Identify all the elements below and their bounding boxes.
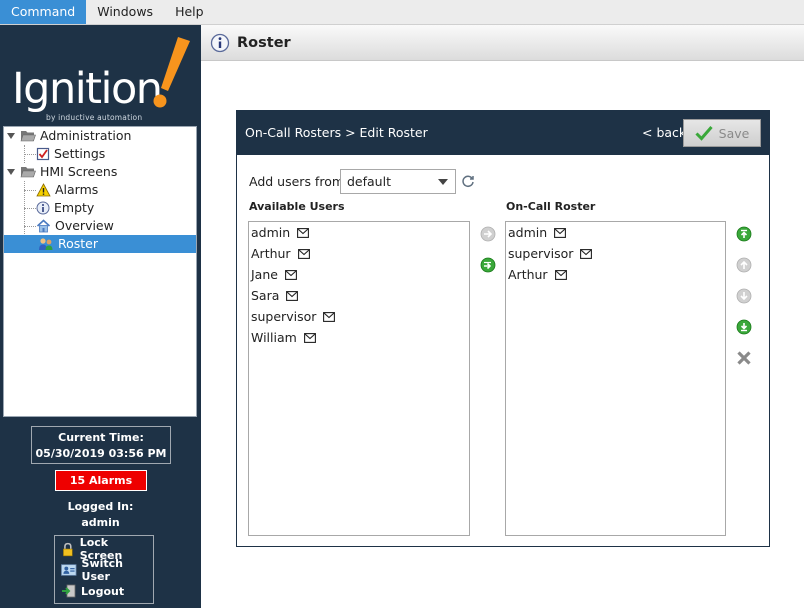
email-icon bbox=[554, 227, 567, 238]
tree-label-empty: Empty bbox=[54, 200, 95, 215]
on-call-roster-title: On-Call Roster bbox=[506, 200, 596, 213]
list-item[interactable]: admin bbox=[508, 222, 567, 243]
list-item[interactable]: admin bbox=[251, 222, 310, 243]
logged-in-user: admin bbox=[81, 516, 120, 529]
save-button-label: Save bbox=[718, 125, 750, 141]
email-icon bbox=[303, 332, 316, 343]
tree-item-empty[interactable]: Empty bbox=[36, 199, 94, 217]
email-icon bbox=[554, 269, 567, 280]
tree-item-alarms[interactable]: Alarms bbox=[36, 181, 98, 199]
menu-windows[interactable]: Windows bbox=[86, 0, 164, 24]
page-header: Roster bbox=[201, 25, 804, 61]
email-icon bbox=[297, 227, 310, 238]
user-source-dropdown[interactable]: default bbox=[340, 169, 456, 194]
refresh-icon[interactable] bbox=[461, 174, 475, 188]
checklist-icon bbox=[36, 147, 50, 161]
tree-label-overview: Overview bbox=[55, 218, 114, 233]
collapse-triangle-icon[interactable] bbox=[6, 131, 16, 141]
list-item[interactable]: Arthur bbox=[508, 264, 567, 285]
move-down-button[interactable] bbox=[736, 288, 752, 304]
sidebar: Ignition by inductive automation Adminis… bbox=[0, 25, 201, 608]
menu-bar: Command Windows Help bbox=[0, 0, 804, 25]
remove-from-roster-button[interactable] bbox=[480, 226, 496, 242]
logo-exclamation-icon bbox=[153, 37, 190, 108]
email-icon bbox=[286, 290, 299, 301]
tree-item-administration[interactable]: Administration bbox=[4, 127, 196, 145]
email-icon bbox=[285, 269, 297, 280]
checkmark-icon bbox=[695, 126, 713, 141]
edit-roster-panel: On-Call Rosters > Edit Roster < back Sav… bbox=[236, 110, 770, 547]
switch-user-label: Switch User bbox=[81, 557, 123, 583]
email-icon bbox=[297, 248, 310, 259]
add-all-to-roster-button[interactable] bbox=[480, 257, 496, 273]
on-call-roster-list[interactable]: admin supervisor Arthur bbox=[505, 221, 726, 536]
move-to-top-button[interactable] bbox=[736, 226, 752, 242]
tree-label-roster: Roster bbox=[58, 236, 99, 251]
info-icon bbox=[210, 33, 230, 52]
tree-item-overview[interactable]: Overview bbox=[36, 217, 114, 235]
warning-icon bbox=[36, 183, 51, 197]
page-title: Roster bbox=[237, 34, 291, 51]
info-icon bbox=[36, 201, 50, 215]
current-time-box: Current Time: 05/30/2019 03:56 PM bbox=[31, 426, 171, 464]
tree-item-roster[interactable]: Roster bbox=[4, 235, 196, 253]
logo-tagline: by inductive automation bbox=[46, 113, 143, 122]
list-item[interactable]: supervisor bbox=[251, 306, 336, 327]
alarm-count-badge[interactable]: 15 Alarms bbox=[55, 470, 147, 491]
switch-user-icon bbox=[61, 564, 77, 576]
list-item[interactable]: Arthur bbox=[251, 243, 310, 264]
menu-help[interactable]: Help bbox=[164, 0, 215, 24]
home-icon bbox=[36, 219, 51, 233]
delete-icon[interactable] bbox=[736, 350, 752, 366]
users-icon bbox=[39, 238, 53, 250]
add-users-from-label: Add users from bbox=[249, 174, 345, 189]
available-users-list[interactable]: admin Arthur Jane Sara supervisor Willia… bbox=[248, 221, 470, 536]
logged-in-label: Logged In: bbox=[67, 500, 134, 513]
user-source-value: default bbox=[347, 174, 391, 189]
list-item[interactable]: supervisor bbox=[508, 243, 593, 264]
lock-screen-button[interactable]: Lock Screen bbox=[61, 536, 153, 562]
move-to-bottom-button[interactable] bbox=[736, 319, 752, 335]
ignition-logo: Ignition by inductive automation bbox=[10, 35, 195, 125]
folder-open-icon bbox=[20, 167, 36, 178]
switch-user-button[interactable]: Switch User bbox=[61, 557, 153, 583]
breadcrumb: On-Call Rosters > Edit Roster bbox=[245, 125, 428, 140]
list-item[interactable]: William bbox=[251, 327, 316, 348]
logout-label: Logout bbox=[81, 584, 125, 598]
list-item[interactable]: Jane bbox=[251, 264, 297, 285]
logout-icon bbox=[62, 584, 76, 598]
tree-item-settings[interactable]: Settings bbox=[36, 145, 105, 163]
chevron-down-icon bbox=[438, 179, 448, 185]
email-icon bbox=[323, 311, 336, 322]
current-time-value: 05/30/2019 03:56 PM bbox=[35, 447, 167, 460]
logged-in-info: Logged In: admin bbox=[0, 499, 201, 531]
save-button[interactable]: Save bbox=[683, 119, 761, 147]
user-actions: Lock Screen Switch User Logout bbox=[54, 535, 154, 604]
menu-command[interactable]: Command bbox=[0, 0, 87, 24]
folder-open-icon bbox=[20, 131, 36, 142]
list-item[interactable]: Sara bbox=[251, 285, 299, 306]
panel-header: On-Call Rosters > Edit Roster < back Sav… bbox=[237, 111, 769, 155]
tree-label-hmi-screens: HMI Screens bbox=[40, 164, 118, 179]
collapse-triangle-icon[interactable] bbox=[6, 167, 16, 177]
tree-label-administration: Administration bbox=[40, 128, 132, 143]
available-users-title: Available Users bbox=[249, 200, 345, 213]
email-icon bbox=[580, 248, 593, 259]
tree-label-settings: Settings bbox=[54, 146, 106, 161]
tree-item-hmi-screens[interactable]: HMI Screens bbox=[4, 163, 196, 181]
back-link[interactable]: < back bbox=[642, 125, 686, 140]
navigation-tree: Administration Settings HMI Screens Alar… bbox=[3, 126, 197, 417]
logo-wordmark: Ignition bbox=[12, 64, 163, 114]
lock-icon bbox=[63, 542, 73, 556]
move-up-button[interactable] bbox=[736, 257, 752, 273]
logout-button[interactable]: Logout bbox=[61, 581, 124, 601]
current-time-label: Current Time: bbox=[58, 431, 144, 444]
tree-label-alarms: Alarms bbox=[55, 182, 99, 197]
